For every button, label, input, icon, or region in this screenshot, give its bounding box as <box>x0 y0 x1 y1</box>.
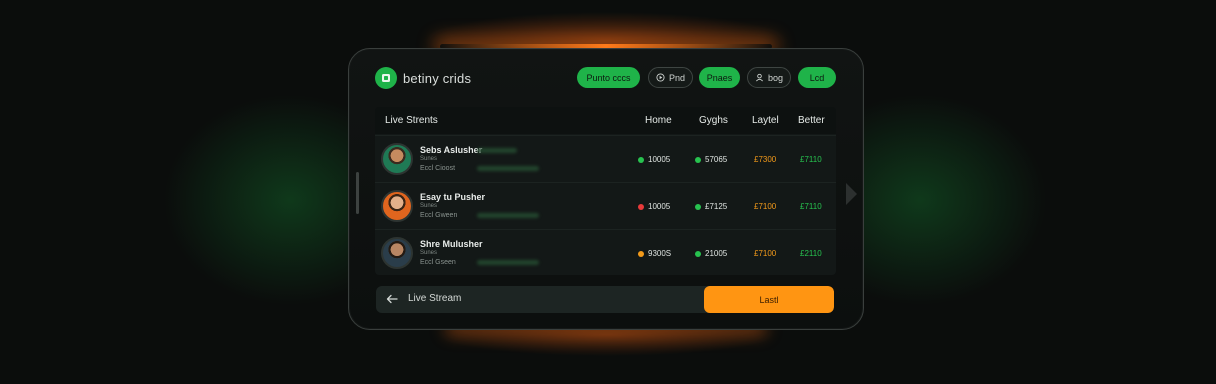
app-logo[interactable]: betiny crids <box>375 67 471 89</box>
odds-better[interactable]: £2110 <box>800 249 822 258</box>
nav-button-1-label: Punto cccs <box>586 72 631 83</box>
player-sub: Sunes <box>420 250 438 256</box>
odds-gyghs-value: 21005 <box>705 249 728 258</box>
table-row[interactable]: Shre Mulusher Sunes Eccl Gseen 9300S 210… <box>375 229 836 275</box>
status-dot <box>638 203 644 210</box>
live-events-table: Live Strents Home Gyghs Laytel Better Se… <box>375 107 836 275</box>
nav-button-4-label: bog <box>767 72 784 83</box>
odds-better-value: £7110 <box>800 155 822 164</box>
table-row[interactable]: Sebs Aslusher Sunes Eccl Cioost 10005 57… <box>375 135 836 182</box>
odds-better[interactable]: £7110 <box>800 155 822 164</box>
odds-better[interactable]: £7110 <box>800 202 822 211</box>
player-name: Shre Mulusher <box>420 239 483 249</box>
odds-better-value: £2110 <box>800 249 822 258</box>
odds-gyghs-value: £7125 <box>705 202 728 211</box>
avatar <box>381 237 413 269</box>
live-stream-label: Live Stream <box>408 293 462 304</box>
status-dot <box>638 250 644 257</box>
odds-home[interactable]: 10005 <box>638 202 670 211</box>
nav-button-3-label: Pnaes <box>706 72 733 83</box>
action-button-label: Lastl <box>759 294 779 305</box>
side-button[interactable] <box>356 172 359 214</box>
player-meta: Eccl Gseen <box>420 259 456 266</box>
nav-button-5-label: Lcd <box>809 72 825 83</box>
odds-gyghs[interactable]: 57065 <box>695 155 727 164</box>
nav-button-2[interactable]: Pnd <box>648 67 693 88</box>
column-header-laytel[interactable]: Laytel <box>752 115 779 126</box>
blurred-detail <box>477 213 539 218</box>
nav-button-3[interactable]: Pnaes <box>699 67 740 88</box>
odds-laytel-value: £7300 <box>754 155 777 164</box>
logo-icon <box>375 67 397 89</box>
table-title: Live Strents <box>385 115 438 126</box>
column-header-home[interactable]: Home <box>645 115 672 126</box>
odds-home-value: 10005 <box>648 202 671 211</box>
odds-better-value: £7110 <box>800 202 822 211</box>
player-sub: Sunes <box>420 156 438 162</box>
nav-button-5[interactable]: Lcd <box>798 67 836 88</box>
logo-text: betiny crids <box>403 70 472 86</box>
odds-laytel[interactable]: £7100 <box>754 202 776 211</box>
odds-gyghs[interactable]: 21005 <box>695 249 727 258</box>
nav-button-4[interactable]: bog <box>747 67 791 88</box>
user-icon <box>755 73 763 82</box>
status-dot <box>695 203 701 210</box>
player-sub: Sunes <box>420 203 438 209</box>
arrow-left-icon <box>386 294 398 303</box>
odds-home[interactable]: 9300S <box>638 249 671 258</box>
table-row[interactable]: Esay tu Pusher Sunes Eccl Gween 10005 £7… <box>375 182 836 229</box>
column-header-gyghs[interactable]: Gyghs <box>699 115 728 126</box>
odds-gyghs[interactable]: £7125 <box>695 202 727 211</box>
back-to-live-stream[interactable]: Live Stream <box>386 293 461 304</box>
status-dot <box>695 250 701 257</box>
odds-laytel-value: £7100 <box>754 249 777 258</box>
status-dot <box>638 156 644 163</box>
blurred-detail <box>477 166 539 171</box>
avatar <box>381 143 413 175</box>
blurred-detail <box>477 260 539 265</box>
play-icon <box>656 73 665 82</box>
odds-home-value: 10005 <box>648 155 671 164</box>
player-name: Esay tu Pusher <box>420 192 486 202</box>
odds-laytel-value: £7100 <box>754 202 777 211</box>
column-header-better[interactable]: Better <box>798 115 825 126</box>
action-button[interactable]: Lastl <box>704 286 834 313</box>
table-header: Live Strents Home Gyghs Laytel Better <box>375 107 836 134</box>
odds-home[interactable]: 10005 <box>638 155 670 164</box>
odds-home-value: 9300S <box>648 249 672 258</box>
odds-laytel[interactable]: £7300 <box>754 155 776 164</box>
player-name: Sebs Aslusher <box>420 145 483 155</box>
avatar <box>381 190 413 222</box>
bottom-bar: Live Stream Lastl <box>376 286 834 313</box>
next-arrow-icon[interactable] <box>846 183 857 205</box>
player-meta: Eccl Cioost <box>420 165 456 172</box>
odds-gyghs-value: 57065 <box>705 155 728 164</box>
player-meta: Eccl Gween <box>420 212 458 219</box>
nav-button-2-label: Pnd <box>668 72 685 83</box>
nav-button-1[interactable]: Punto cccs <box>577 67 640 88</box>
status-dot <box>695 156 701 163</box>
blurred-detail <box>477 148 517 153</box>
odds-laytel[interactable]: £7100 <box>754 249 776 258</box>
